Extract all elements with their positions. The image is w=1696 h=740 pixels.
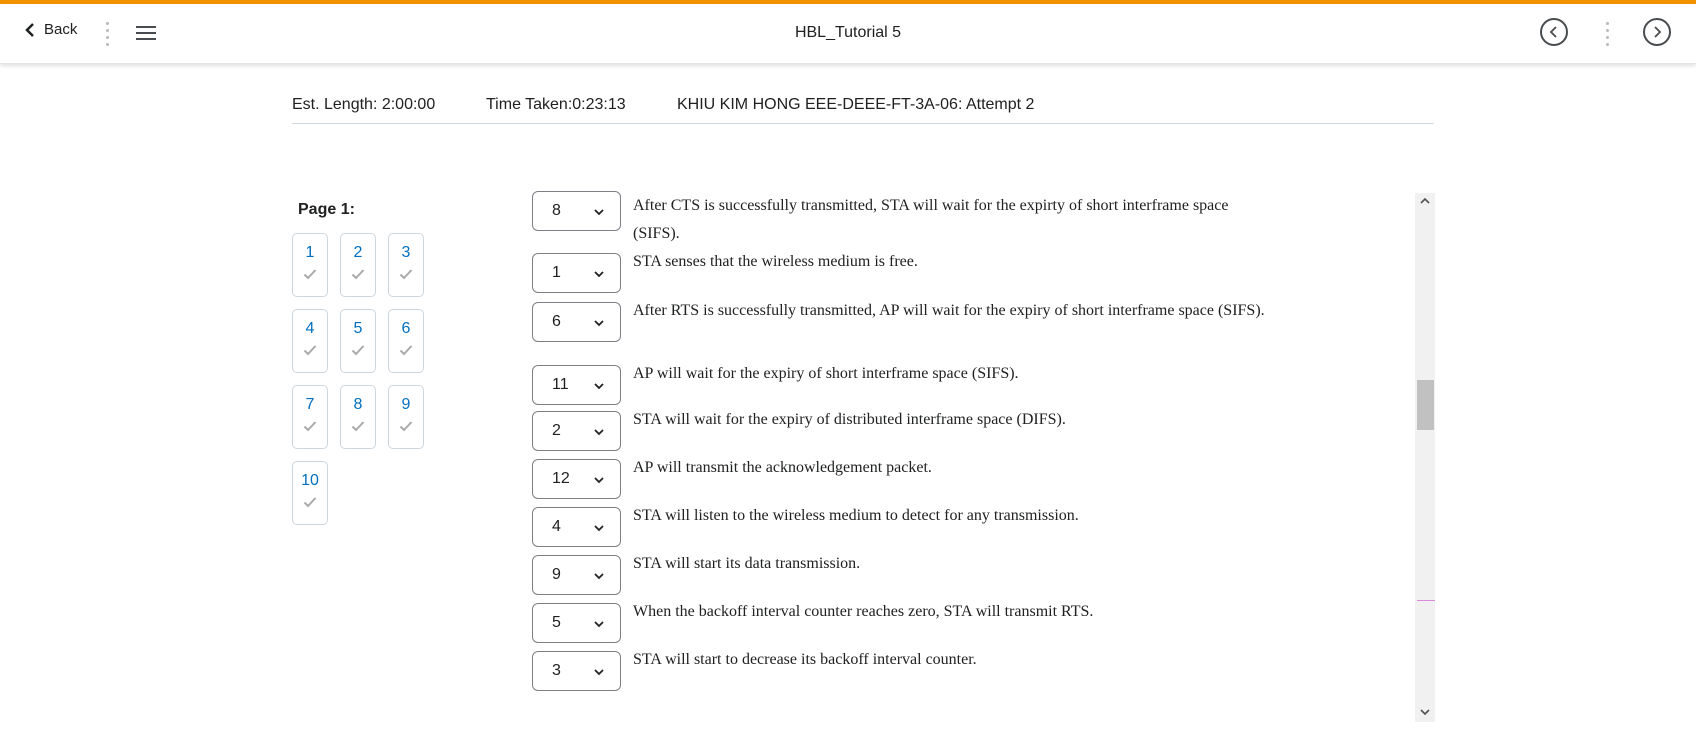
question-nav-button-7[interactable]: 7 [292,385,328,449]
chevron-down-icon [594,573,604,580]
order-item-text: After RTS is successfully transmitted, A… [633,302,1265,319]
chevron-left-icon [1549,26,1557,38]
chevron-down-icon [594,209,604,216]
question-number: 6 [401,320,411,337]
quiz-info-bar: Est. Length: 2:00:00 Time Taken:0:23:13 … [292,96,1434,124]
chevron-down-icon [594,429,604,436]
order-select-value: 2 [552,422,561,439]
order-item-text: AP will transmit the acknowledgement pac… [633,459,932,476]
checkmark-icon [303,345,317,356]
checkmark-icon [399,269,413,280]
question-number: 8 [353,396,363,413]
question-number: 10 [301,472,319,489]
checkmark-icon [351,269,365,280]
scroll-down-icon[interactable] [1419,707,1431,717]
chevron-down-icon [594,383,604,390]
order-item-text: AP will wait for the expiry of short int… [633,365,1019,382]
scroll-marker [1417,600,1435,601]
order-select-value: 5 [552,614,561,631]
previous-button[interactable] [1540,18,1568,46]
order-select[interactable]: 3 [532,651,621,691]
order-select[interactable]: 5 [532,603,621,643]
question-nav-button-6[interactable]: 6 [388,309,424,373]
scrollbar[interactable] [1415,193,1435,722]
checkmark-icon [303,269,317,280]
order-select-value: 11 [552,376,569,393]
order-select[interactable]: 12 [532,459,621,499]
order-select-value: 4 [552,518,561,535]
order-select[interactable]: 4 [532,507,621,547]
order-select[interactable]: 6 [532,302,621,342]
order-select[interactable]: 8 [532,191,621,231]
chevron-down-icon [594,525,604,532]
chevron-down-icon [594,669,604,676]
order-item-text: STA will wait for the expiry of distribu… [633,411,1066,428]
order-select-value: 6 [552,313,561,330]
checkmark-icon [351,421,365,432]
question-number: 2 [353,244,363,261]
question-number: 7 [305,396,315,413]
chevron-down-icon [594,621,604,628]
order-select-value: 9 [552,566,561,583]
est-length: Est. Length: 2:00:00 [292,96,436,113]
question-nav-button-10[interactable]: 10 [292,461,328,525]
order-select-value: 12 [552,470,570,487]
order-select[interactable]: 9 [532,555,621,595]
order-item-text: STA will start its data transmission. [633,555,861,572]
question-nav-button-5[interactable]: 5 [340,309,376,373]
top-navbar: Back HBL_Tutorial 5 [0,4,1696,64]
attempt-info: KHIU KIM HONG EEE-DEEE-FT-3A-06: Attempt… [677,96,1035,113]
question-nav-button-1[interactable]: 1 [292,233,328,297]
question-number: 9 [401,396,411,413]
next-button[interactable] [1643,18,1671,46]
time-taken: Time Taken:0:23:13 [486,96,626,113]
question-number: 4 [305,320,315,337]
order-select[interactable]: 2 [532,411,621,451]
order-item-text: STA will listen to the wireless medium t… [633,507,1079,524]
checkmark-icon [399,345,413,356]
checkmark-icon [303,497,317,508]
order-item-text: After CTS is successfully transmitted, S… [633,197,1229,242]
scrollbar-thumb[interactable] [1417,380,1434,430]
checkmark-icon [399,421,413,432]
question-number: 5 [353,320,363,337]
chevron-right-icon [1654,26,1662,38]
question-nav-button-9[interactable]: 9 [388,385,424,449]
order-item-text: When the backoff interval counter reache… [633,603,1094,620]
page-title: HBL_Tutorial 5 [794,24,902,41]
question-nav-button-2[interactable]: 2 [340,233,376,297]
question-nav-button-8[interactable]: 8 [340,385,376,449]
chevron-down-icon [594,320,604,327]
separator-dots-icon [1606,22,1610,46]
order-select-value: 8 [552,202,561,219]
order-select-value: 3 [552,662,561,679]
question-number: 3 [401,244,411,261]
order-select-value: 1 [552,264,561,281]
chevron-down-icon [594,477,604,484]
chevron-down-icon [594,271,604,278]
order-item-text: STA senses that the wireless medium is f… [633,253,918,270]
order-select[interactable]: 1 [532,253,621,293]
scroll-up-icon[interactable] [1419,196,1431,206]
checkmark-icon [351,345,365,356]
order-select[interactable]: 11 [532,365,621,405]
question-number: 1 [305,244,315,261]
order-item-text: STA will start to decrease its backoff i… [633,651,977,668]
page-label: Page 1: [298,201,355,218]
question-nav-button-4[interactable]: 4 [292,309,328,373]
question-nav-button-3[interactable]: 3 [388,233,424,297]
checkmark-icon [303,421,317,432]
